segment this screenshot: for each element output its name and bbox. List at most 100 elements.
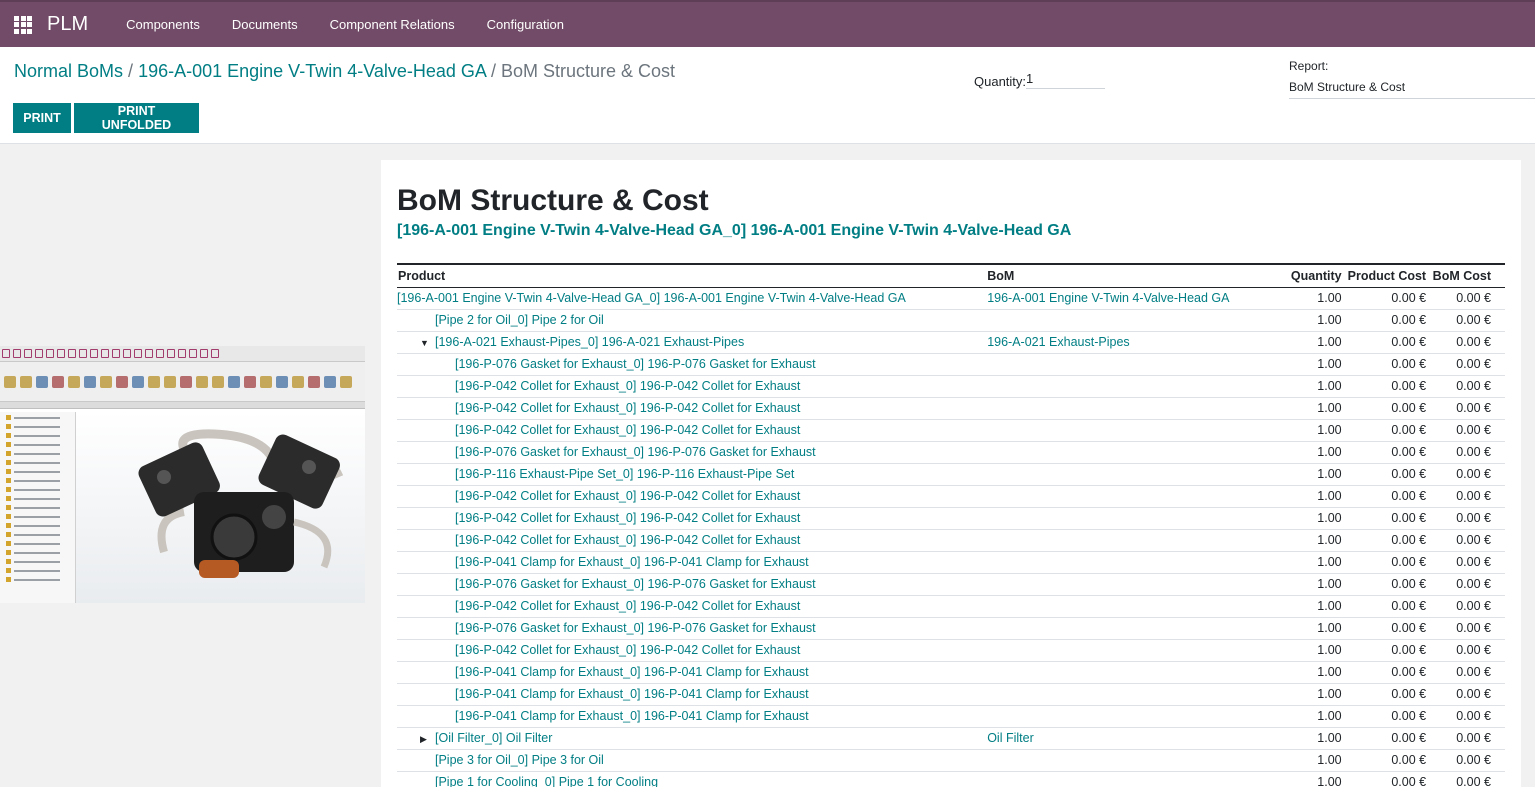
product-link[interactable]: [196-P-042 Collet for Exhaust_0] 196-P-0… [455, 643, 800, 657]
product-link[interactable]: [196-P-042 Collet for Exhaust_0] 196-P-0… [455, 599, 800, 613]
product-link[interactable]: [196-P-076 Gasket for Exhaust_0] 196-P-0… [455, 577, 816, 591]
product-link[interactable]: [196-A-001 Engine V-Twin 4-Valve-Head GA… [397, 291, 906, 305]
product-link[interactable]: [196-P-041 Clamp for Exhaust_0] 196-P-04… [455, 555, 809, 569]
cell-product-cost: 0.00 € [1346, 309, 1432, 332]
cell-product-cost: 0.00 € [1346, 441, 1432, 464]
cell-quantity: 1.00 [1230, 529, 1347, 552]
cell-quantity: 1.00 [1230, 397, 1347, 420]
cell-product: [196-P-042 Collet for Exhaust_0] 196-P-0… [397, 397, 987, 420]
report-subtitle[interactable]: [196-A-001 Engine V-Twin 4-Valve-Head GA… [397, 222, 1071, 240]
bom-report: BoM Structure & Cost [196-A-001 Engine V… [381, 160, 1521, 787]
cell-product-cost: 0.00 € [1346, 287, 1432, 310]
product-link[interactable]: [196-P-076 Gasket for Exhaust_0] 196-P-0… [455, 621, 816, 635]
quantity-control: Quantity: [974, 69, 1106, 89]
cell-product-cost: 0.00 € [1346, 639, 1432, 662]
cell-quantity: 1.00 [1230, 331, 1347, 354]
print-unfolded-button[interactable]: PRINT UNFOLDED [74, 103, 199, 133]
caret-right-icon[interactable]: ▶ [420, 734, 430, 745]
product-link[interactable]: [Oil Filter_0] Oil Filter [435, 731, 552, 745]
cell-product: ▼ [196-A-021 Exhaust-Pipes_0] 196-A-021 E… [397, 331, 987, 354]
table-row: [196-P-042 Collet for Exhaust_0] 196-P-0… [397, 507, 1505, 530]
cell-bom [986, 705, 1231, 728]
product-link[interactable]: [196-P-041 Clamp for Exhaust_0] 196-P-04… [455, 687, 809, 701]
apps-grid-icon[interactable] [14, 15, 32, 34]
print-button[interactable]: PRINT [13, 103, 71, 133]
nav-components[interactable]: Components [110, 17, 216, 32]
table-row: [196-P-042 Collet for Exhaust_0] 196-P-0… [397, 397, 1505, 420]
cell-quantity: 1.00 [1230, 705, 1347, 728]
cell-bom-cost: 0.00 € [1431, 749, 1505, 772]
cell-bom-cost: 0.00 € [1431, 573, 1505, 596]
table-row: [Pipe 1 for Cooling_0] Pipe 1 for Coolin… [397, 771, 1505, 787]
cell-product-cost: 0.00 € [1346, 573, 1432, 596]
cell-bom-cost: 0.00 € [1431, 661, 1505, 684]
cell-product-cost: 0.00 € [1346, 419, 1432, 442]
product-link[interactable]: [Pipe 2 for Oil_0] Pipe 2 for Oil [435, 313, 604, 327]
cell-bom [986, 595, 1231, 618]
cad-toolbar [0, 346, 365, 362]
product-link[interactable]: [196-P-116 Exhaust-Pipe Set_0] 196-P-116… [455, 467, 794, 481]
caret-down-icon[interactable]: ▼ [420, 338, 430, 348]
product-link[interactable]: [196-P-041 Clamp for Exhaust_0] 196-P-04… [455, 665, 809, 679]
cell-bom: 196-A-021 Exhaust-Pipes [986, 331, 1231, 354]
cell-bom [986, 419, 1231, 442]
cell-quantity: 1.00 [1230, 375, 1347, 398]
cell-product: ▶ [Oil Filter_0] Oil Filter [397, 727, 987, 750]
cell-bom [986, 397, 1231, 420]
report-label: Report: [1289, 59, 1329, 73]
cell-product: [196-P-042 Collet for Exhaust_0] 196-P-0… [397, 595, 987, 618]
cell-product: [196-P-116 Exhaust-Pipe Set_0] 196-P-116… [397, 463, 987, 486]
product-link[interactable]: [196-P-042 Collet for Exhaust_0] 196-P-0… [455, 401, 800, 415]
col-product-cost: Product Cost [1346, 263, 1432, 288]
product-link[interactable]: [196-P-076 Gasket for Exhaust_0] 196-P-0… [455, 445, 816, 459]
cell-quantity: 1.00 [1230, 353, 1347, 376]
breadcrumb-normal-boms[interactable]: Normal BoMs [14, 61, 123, 81]
cell-bom-cost: 0.00 € [1431, 463, 1505, 486]
nav-component-relations[interactable]: Component Relations [314, 17, 471, 32]
nav-documents[interactable]: Documents [216, 17, 314, 32]
product-link[interactable]: [196-P-042 Collet for Exhaust_0] 196-P-0… [455, 423, 800, 437]
cell-product-cost: 0.00 € [1346, 331, 1432, 354]
cell-product: [Pipe 2 for Oil_0] Pipe 2 for Oil [397, 309, 987, 332]
cell-quantity: 1.00 [1230, 287, 1347, 310]
product-link[interactable]: [Pipe 1 for Cooling_0] Pipe 1 for Coolin… [435, 775, 658, 787]
app-brand[interactable]: PLM [47, 13, 88, 36]
col-product: Product [397, 263, 987, 288]
table-body: [196-A-001 Engine V-Twin 4-Valve-Head GA… [397, 287, 1505, 787]
product-link[interactable]: [196-A-021 Exhaust-Pipes_0] 196-A-021 Ex… [435, 335, 744, 349]
bom-link[interactable]: Oil Filter [987, 731, 1034, 745]
cell-product: [196-P-076 Gasket for Exhaust_0] 196-P-0… [397, 617, 987, 640]
report-select[interactable]: BoM Structure & Cost [1289, 80, 1535, 99]
product-link[interactable]: [Pipe 3 for Oil_0] Pipe 3 for Oil [435, 753, 604, 767]
cell-product-cost: 0.00 € [1346, 529, 1432, 552]
top-navbar: PLM Components Documents Component Relat… [0, 0, 1535, 47]
product-link[interactable]: [196-P-042 Collet for Exhaust_0] 196-P-0… [455, 379, 800, 393]
table-row: [Pipe 2 for Oil_0] Pipe 2 for Oil 1.00 0.0… [397, 309, 1505, 332]
cell-bom [986, 507, 1231, 530]
cell-product-cost: 0.00 € [1346, 507, 1432, 530]
bom-link[interactable]: 196-A-001 Engine V-Twin 4-Valve-Head GA [987, 291, 1229, 305]
product-link[interactable]: [196-P-076 Gasket for Exhaust_0] 196-P-0… [455, 357, 816, 371]
product-link[interactable]: [196-P-042 Collet for Exhaust_0] 196-P-0… [455, 489, 800, 503]
cell-product: [196-P-076 Gasket for Exhaust_0] 196-P-0… [397, 353, 987, 376]
product-link[interactable]: [196-P-042 Collet for Exhaust_0] 196-P-0… [455, 533, 800, 547]
product-link[interactable]: [196-P-042 Collet for Exhaust_0] 196-P-0… [455, 511, 800, 525]
bom-link[interactable]: 196-A-021 Exhaust-Pipes [987, 335, 1129, 349]
cell-product-cost: 0.00 € [1346, 551, 1432, 574]
cell-bom-cost: 0.00 € [1431, 771, 1505, 787]
cell-bom-cost: 0.00 € [1431, 397, 1505, 420]
breadcrumb-bom[interactable]: 196-A-001 Engine V-Twin 4-Valve-Head GA [138, 61, 486, 81]
cell-bom [986, 639, 1231, 662]
cell-bom [986, 573, 1231, 596]
cell-quantity: 1.00 [1230, 771, 1347, 787]
nav-configuration[interactable]: Configuration [471, 17, 580, 32]
cell-bom-cost: 0.00 € [1431, 595, 1505, 618]
table-row: [196-P-076 Gasket for Exhaust_0] 196-P-0… [397, 353, 1505, 376]
table-row: [196-P-041 Clamp for Exhaust_0] 196-P-04… [397, 683, 1505, 706]
table-row: [196-P-042 Collet for Exhaust_0] 196-P-0… [397, 639, 1505, 662]
breadcrumb-separator: / [128, 61, 134, 81]
quantity-input[interactable] [1026, 69, 1106, 89]
product-link[interactable]: [196-P-041 Clamp for Exhaust_0] 196-P-04… [455, 709, 809, 723]
cell-quantity: 1.00 [1230, 749, 1347, 772]
cell-quantity: 1.00 [1230, 661, 1347, 684]
